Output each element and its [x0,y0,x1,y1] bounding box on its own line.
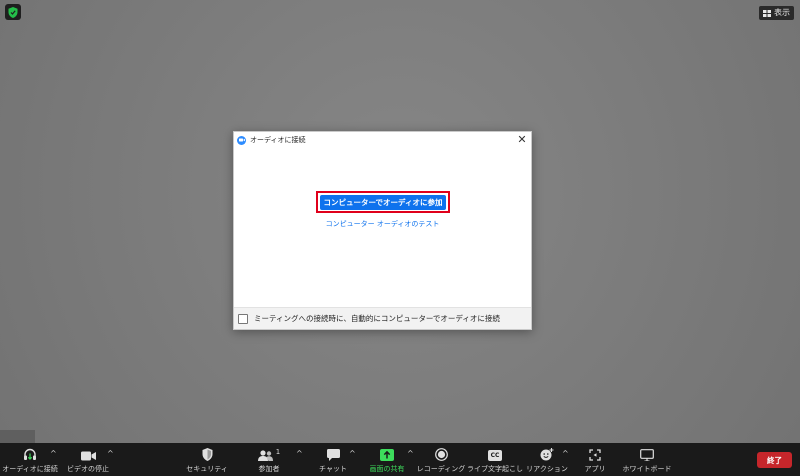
reactions-label: リアクション [526,465,568,473]
join-computer-audio-button[interactable]: コンピューターでオーディオに参加 [320,194,446,210]
security-button[interactable]: セキュリティ [186,446,228,474]
zoom-logo-icon [237,135,246,145]
apps-button[interactable]: アプリ [584,446,606,474]
stop-video-button[interactable]: ビデオの停止 [67,446,109,474]
auto-join-label[interactable]: ミーティングへの接続時に、自動的にコンピューターでオーディオに接続 [254,313,500,324]
video-options-chevron-up-icon[interactable]: ^ [107,449,114,458]
share-screen-label: 画面の共有 [369,465,405,473]
headphones-icon [23,446,37,461]
shield-icon [8,6,18,18]
share-screen-icon [380,446,394,461]
live-transcript-button[interactable]: CC ライブ文字起こし [467,446,523,474]
join-audio-label: オーディオに接続 [2,465,58,473]
end-meeting-button[interactable]: 終了 [757,452,792,468]
smiley-icon [540,446,554,461]
whiteboard-icon [640,446,654,461]
audio-options-chevron-up-icon[interactable]: ^ [50,449,57,458]
participants-options-chevron-up-icon[interactable]: ^ [296,449,303,458]
record-icon [434,446,448,461]
dialog-footer: ミーティングへの接続時に、自動的にコンピューターでオーディオに接続 [234,307,531,329]
self-video-thumbnail[interactable] [0,430,35,443]
auto-join-checkbox[interactable] [238,313,248,324]
apps-label: アプリ [584,465,606,473]
chat-button[interactable]: チャット [319,446,347,474]
whiteboard-button[interactable]: ホワイトボード [622,446,672,474]
dialog-title: オーディオに接続 [250,136,306,144]
record-button[interactable]: レコーディング [417,446,465,474]
meeting-toolbar: オーディオに接続 ^ ビデオの停止 ^ セキュリティ 1 参加者 ^ チャット … [0,443,800,476]
participants-icon: 1 [257,446,281,461]
share-screen-button[interactable]: 画面の共有 [367,446,407,474]
participants-count: 1 [275,448,281,456]
chat-bubble-icon [326,446,340,461]
share-options-chevron-up-icon[interactable]: ^ [407,449,414,458]
audio-dialog: オーディオに接続 ✕ コンピューターでオーディオに参加 コンピューター オーディ… [233,131,532,330]
stop-video-label: ビデオの停止 [67,465,109,473]
closed-captions-icon: CC [488,446,502,461]
security-label: セキュリティ [186,465,228,473]
participants-label: 参加者 [258,465,280,473]
apps-icon [589,446,601,461]
test-computer-audio-link[interactable]: コンピューター オーディオのテスト [234,219,531,229]
video-camera-icon [80,446,96,461]
record-label: レコーディング [416,465,466,473]
dialog-title-bar: オーディオに接続 [234,132,531,148]
view-button[interactable]: 表示 [759,6,794,20]
chat-label: チャット [319,465,347,473]
grid-view-icon [763,9,771,17]
security-shield-icon [202,446,213,461]
whiteboard-label: ホワイトボード [622,465,672,473]
close-icon[interactable]: ✕ [516,134,528,146]
join-audio-button[interactable]: オーディオに接続 [2,446,58,474]
join-button-highlight: コンピューターでオーディオに参加 [316,191,450,213]
reactions-button[interactable]: リアクション [526,446,568,474]
live-transcript-label: ライブ文字起こし [467,465,523,473]
cc-badge: CC [488,450,502,461]
view-label: 表示 [774,8,790,17]
participants-button[interactable]: 1 参加者 [256,446,282,474]
chat-options-chevron-up-icon[interactable]: ^ [349,449,356,458]
reactions-options-chevron-up-icon[interactable]: ^ [562,449,569,458]
encryption-shield-icon[interactable] [5,4,21,20]
